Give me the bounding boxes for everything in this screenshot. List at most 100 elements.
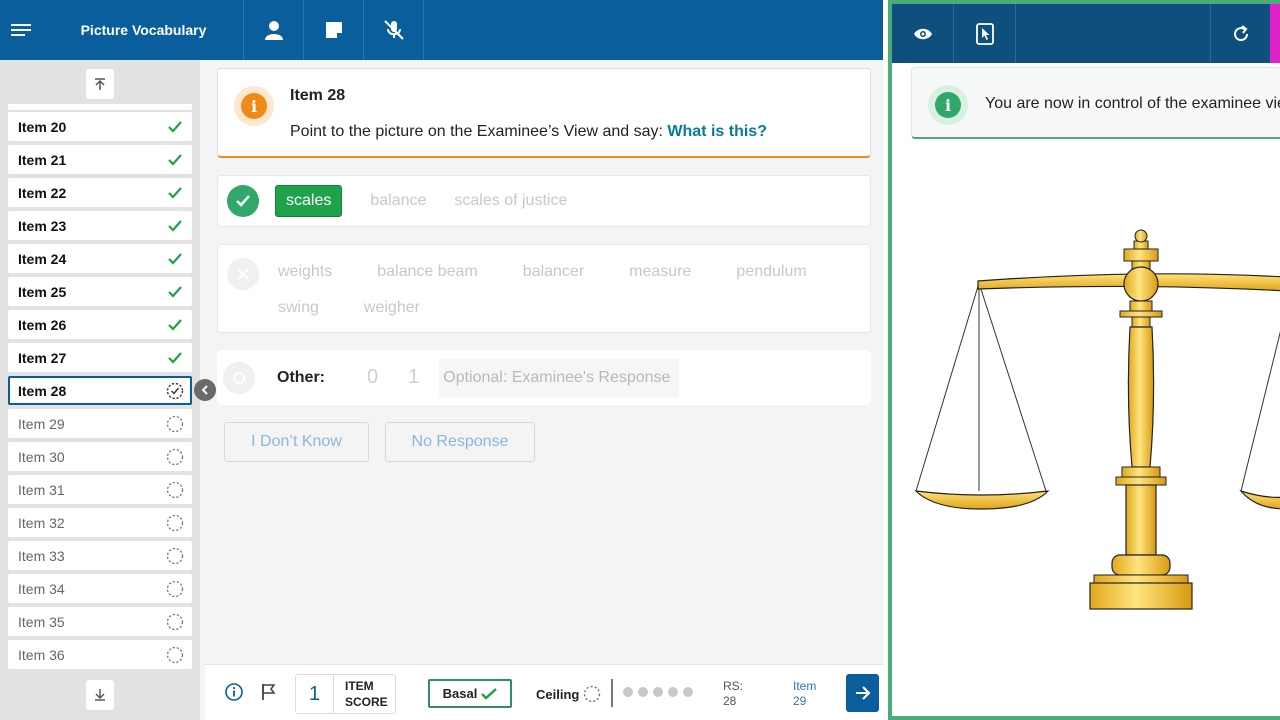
- incorrect-row-2: swing weigher: [278, 299, 465, 317]
- sidebar-item[interactable]: Item 32: [8, 508, 192, 537]
- ceiling-label: Ceiling: [536, 686, 580, 702]
- response-chip-pendulum[interactable]: pendulum: [736, 263, 806, 281]
- ceiling-status: Ceiling: [536, 685, 601, 703]
- response-chip-balance-beam[interactable]: balance beam: [377, 263, 478, 281]
- rs-label: RS:: [723, 679, 744, 693]
- incorrect-row-1: weights balance beam balancer measure pe…: [278, 263, 852, 281]
- sidebar-item-label: Item 26: [18, 316, 67, 333]
- sidebar-item-label: Item 31: [18, 481, 65, 498]
- progress-dot: [653, 687, 663, 697]
- sidebar-item[interactable]: Item 21: [8, 145, 192, 174]
- remote-control-button[interactable]: [954, 4, 1016, 63]
- other-radio[interactable]: [223, 361, 255, 394]
- response-chip-measure[interactable]: measure: [629, 263, 691, 281]
- check-icon: [168, 219, 182, 232]
- pending-icon: [166, 448, 184, 465]
- examinee-response-input[interactable]: [439, 358, 680, 397]
- prompt-instruction-text: Point to the picture on the Examinee’s V…: [290, 123, 668, 140]
- other-response-card: Other: 0 1: [217, 350, 871, 405]
- examinee-info-button[interactable]: [244, 0, 304, 60]
- collapse-sidebar-button[interactable]: [194, 379, 216, 401]
- next-item-text: Item: [793, 679, 817, 693]
- sidebar-item[interactable]: Item 22: [8, 178, 192, 207]
- item-list: Item 20 Item 21 Item 22 Item 23 Item 24 Item …: [8, 104, 192, 676]
- check-icon: [481, 687, 498, 700]
- check-icon: [168, 318, 182, 331]
- footer-bar: 1 ITEM SCORE Basal Ceiling RS: 28 Item 29: [205, 664, 888, 720]
- status-indicator: [1270, 4, 1280, 63]
- check-icon: [168, 351, 182, 364]
- response-chip-scales-of-justice[interactable]: scales of justice: [454, 192, 567, 210]
- info-icon: i: [935, 92, 961, 118]
- response-chip-scales[interactable]: scales: [275, 185, 343, 217]
- response-chip-weights[interactable]: weights: [278, 263, 332, 281]
- scroll-to-top-button[interactable]: [86, 69, 114, 99]
- sidebar-item[interactable]: Item 27: [8, 343, 192, 372]
- scales-picture: [914, 229, 1280, 610]
- pending-icon: [166, 580, 184, 597]
- response-chip-balancer[interactable]: balancer: [523, 263, 584, 281]
- preview-button[interactable]: [892, 4, 954, 63]
- dont-know-button[interactable]: I Don’t Know: [224, 422, 369, 462]
- chevron-left-icon: [201, 385, 208, 395]
- sidebar-item[interactable]: Item 33: [8, 541, 192, 570]
- scroll-to-bottom-button[interactable]: [86, 680, 114, 710]
- sidebar-item-label: Item 35: [18, 613, 65, 630]
- refresh-button[interactable]: [1210, 4, 1270, 63]
- app-title: Picture Vocabulary: [44, 0, 244, 60]
- sidebar-item[interactable]: Item 29: [8, 409, 192, 438]
- raw-score: RS: 28: [723, 679, 743, 709]
- no-response-button[interactable]: No Response: [385, 422, 535, 462]
- item-score-value: 1: [296, 675, 334, 713]
- sidebar-item[interactable]: Item 30: [8, 442, 192, 471]
- other-score-0[interactable]: 0: [367, 366, 378, 389]
- pending-icon: [166, 613, 184, 630]
- next-item-button[interactable]: [846, 674, 879, 712]
- incorrect-score-button[interactable]: [227, 258, 259, 290]
- eye-icon: [913, 28, 932, 39]
- sidebar-item[interactable]: Item 20: [8, 112, 192, 141]
- pending-icon: [166, 514, 184, 531]
- sidebar-item[interactable]: Item 36: [8, 640, 192, 669]
- mic-toggle-button[interactable]: [364, 0, 424, 60]
- sidebar-item[interactable]: Item 26: [8, 310, 192, 339]
- sidebar-item[interactable]: Item 31: [8, 475, 192, 504]
- item-sidebar: Item 20 Item 21 Item 22 Item 23 Item 24 Item …: [0, 60, 200, 720]
- flag-icon[interactable]: [261, 683, 277, 701]
- sidebar-item[interactable]: Item 25: [8, 277, 192, 306]
- rs-value: 28: [723, 694, 737, 708]
- list-item-partial: [8, 104, 192, 110]
- refresh-icon: [1233, 24, 1248, 41]
- next-item-label[interactable]: Item 29: [793, 679, 816, 709]
- menu-button[interactable]: [0, 0, 44, 60]
- x-icon: [237, 268, 249, 280]
- correct-score-button[interactable]: [227, 185, 259, 217]
- sidebar-item[interactable]: Item 34: [8, 574, 192, 603]
- info-outline-icon[interactable]: [225, 683, 243, 701]
- scoring-panel: i Item 28 Point to the picture on the Ex…: [205, 60, 883, 664]
- response-chip-weigher[interactable]: weigher: [364, 299, 420, 317]
- control-notice-text: You are now in control of the examinee v…: [985, 95, 1280, 112]
- sidebar-item[interactable]: Item 23: [8, 211, 192, 240]
- prompt-question: What is this?: [667, 123, 767, 140]
- other-score-1[interactable]: 1: [408, 366, 419, 389]
- item-score-label-1: ITEM: [345, 679, 374, 693]
- sidebar-item[interactable]: Item 35: [8, 607, 192, 636]
- sidebar-item[interactable]: Item 24: [8, 244, 192, 273]
- info-icon: i: [241, 93, 267, 119]
- sidebar-item[interactable]: Item 28: [8, 376, 192, 405]
- response-chip-swing[interactable]: swing: [278, 299, 319, 317]
- sidebar-item-label: Item 36: [18, 646, 65, 663]
- person-icon: [264, 21, 283, 40]
- pending-icon: [166, 547, 184, 564]
- response-chip-balance[interactable]: balance: [370, 192, 426, 210]
- item-score-box: 1 ITEM SCORE: [295, 674, 396, 714]
- check-icon: [168, 153, 182, 166]
- sidebar-item-label: Item 23: [18, 217, 67, 234]
- next-item-number: 29: [793, 694, 807, 708]
- notes-button[interactable]: [304, 0, 364, 60]
- sidebar-item-label: Item 28: [18, 382, 67, 399]
- radio-dot-icon: [233, 371, 245, 384]
- other-label: Other:: [277, 368, 325, 386]
- check-icon: [236, 195, 250, 207]
